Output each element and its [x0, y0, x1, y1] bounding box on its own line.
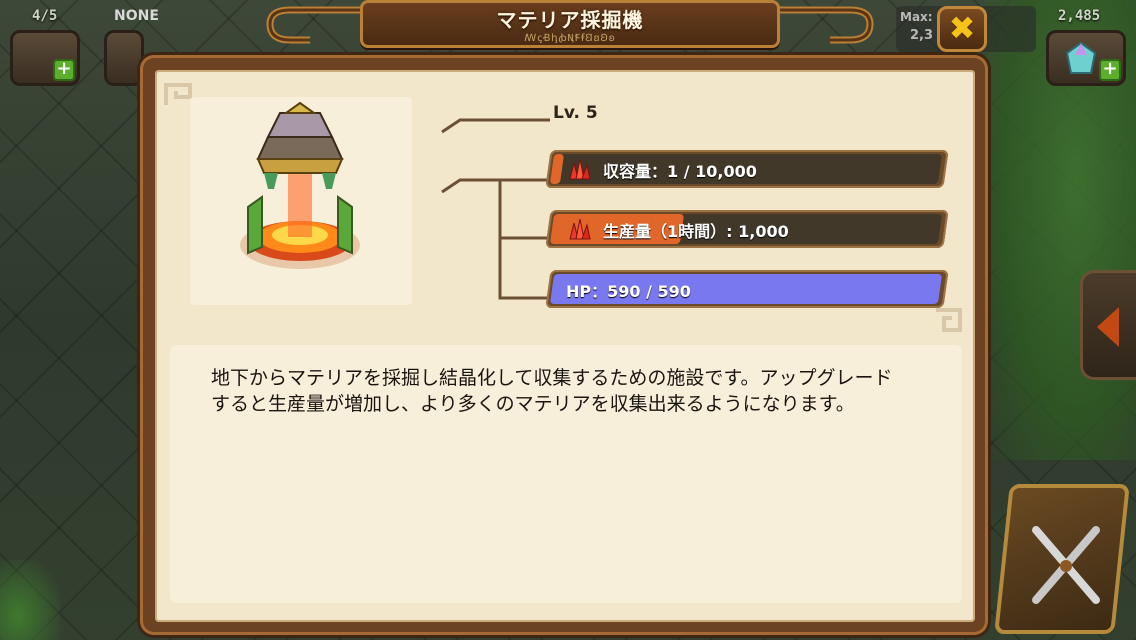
- max-label: Max:: [900, 10, 933, 24]
- close-icon: ✖: [948, 9, 976, 47]
- stat-connector-lines: [441, 118, 550, 300]
- item-slot-button[interactable]: [104, 30, 144, 86]
- unit-count: 4/5: [32, 8, 58, 24]
- max-value: 2,3: [910, 28, 934, 43]
- building-image-panel: [190, 97, 412, 305]
- building-description: 地下からマテリアを採掘し結晶化して収集するための施設です。アップグレードすると生…: [211, 367, 893, 415]
- unit-slot-button[interactable]: +: [10, 30, 80, 86]
- dialog-title: マテリア採掘機: [496, 8, 644, 32]
- plus-icon: +: [1099, 59, 1121, 81]
- banner-wing-right: [770, 6, 874, 44]
- materia-drill-building-icon: [240, 101, 360, 269]
- capacity-label: 収容量：1 / 10,000: [603, 162, 757, 181]
- production-label: 生産量（1時間）: 1,000: [603, 222, 789, 241]
- crossed-swords-icon: [1032, 526, 1100, 604]
- none-label: NONE: [114, 8, 159, 24]
- banner-wing-left: [266, 6, 370, 44]
- hp-label: HP：590 / 590: [566, 282, 691, 301]
- grass-patch-left: [0, 560, 60, 640]
- gem-icon: [1065, 41, 1097, 74]
- close-button[interactable]: ✖: [937, 6, 987, 52]
- gem-shop-button[interactable]: +: [1046, 30, 1126, 86]
- title-rune-text: ꟿꞔꞖꞕꞗꞐꞘꞙꞚꞛꞜꞝ: [524, 33, 616, 44]
- plus-icon: +: [53, 59, 75, 81]
- currency-count: 2,485: [1058, 8, 1101, 24]
- red-crystal-icon: [569, 218, 591, 240]
- red-crystal-icon: [569, 158, 591, 180]
- arrow-left-icon[interactable]: [1080, 270, 1136, 380]
